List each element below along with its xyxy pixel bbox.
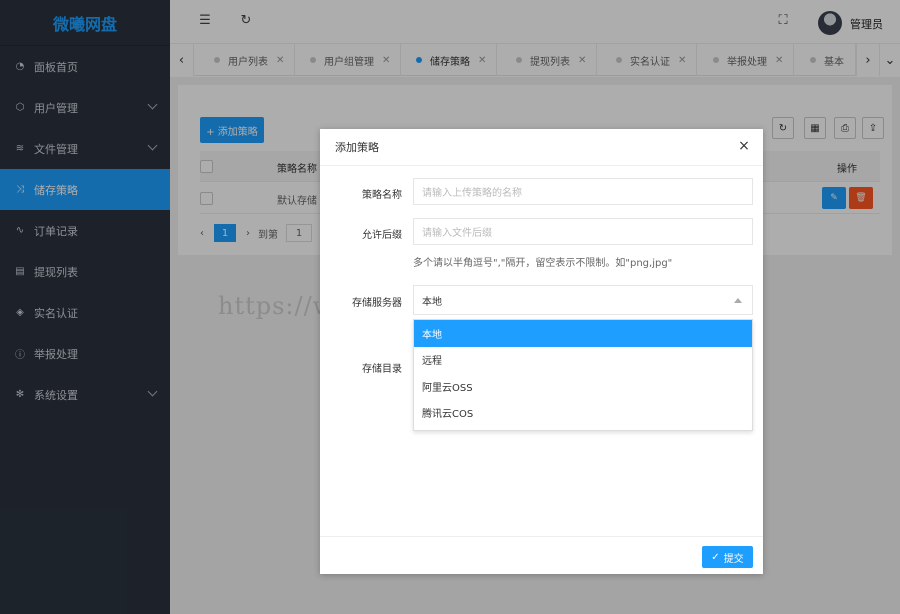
server-option-aliyun-oss[interactable]: 阿里云OSS xyxy=(414,373,752,400)
server-option-tencent-cos[interactable]: 腾讯云COS xyxy=(414,400,752,427)
check-icon: ✓ xyxy=(711,551,720,563)
server-select[interactable]: 本地 xyxy=(413,285,753,315)
dialog-title: 添加策略 xyxy=(320,129,763,166)
suffix-label: 允许后缀 xyxy=(362,230,402,241)
directory-label: 存储目录 xyxy=(362,364,402,375)
add-policy-dialog: 添加策略 × 策略名称 请输入上传策略的名称 允许后缀 请输入文件后缀 多个请以… xyxy=(320,129,763,574)
policy-name-label: 策略名称 xyxy=(362,190,402,201)
suffix-hint: 多个请以半角逗号","隔开，留空表示不限制。如"png,jpg" xyxy=(413,258,673,269)
server-option-local[interactable]: 本地 xyxy=(414,320,752,347)
server-label: 存储服务器 xyxy=(352,298,402,309)
submit-button[interactable]: ✓ 提交 xyxy=(702,546,753,568)
server-option-remote[interactable]: 远程 xyxy=(414,347,752,374)
server-dropdown: 本地 远程 阿里云OSS 腾讯云COS xyxy=(413,319,753,431)
close-icon[interactable]: × xyxy=(737,139,751,153)
server-select-value: 本地 xyxy=(422,296,442,308)
dialog-footer: ✓ 提交 xyxy=(320,536,763,574)
chevron-up-icon xyxy=(734,298,742,303)
policy-name-input[interactable]: 请输入上传策略的名称 xyxy=(413,178,753,205)
submit-label: 提交 xyxy=(723,553,744,565)
suffix-input[interactable]: 请输入文件后缀 xyxy=(413,218,753,245)
